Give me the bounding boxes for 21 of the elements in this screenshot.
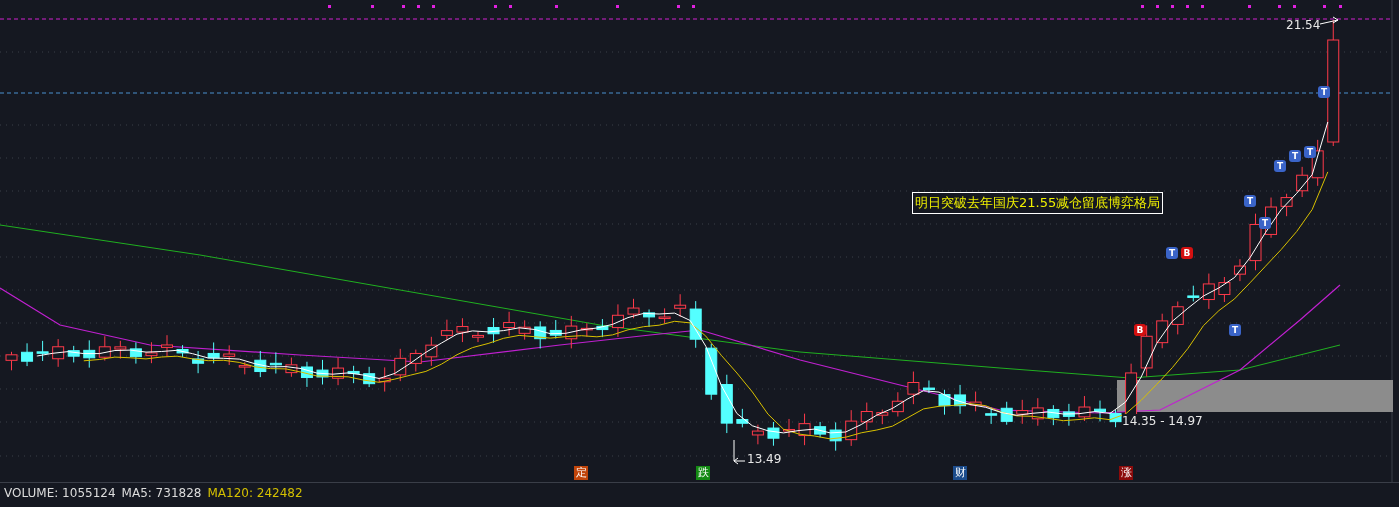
volume-reading: MA120: 242482: [207, 486, 303, 500]
trade-signal-badge: B: [1134, 324, 1146, 336]
trade-signal-badge: T: [1274, 160, 1286, 172]
event-tag: 跌: [696, 466, 710, 480]
event-tag: 财: [953, 466, 967, 480]
trade-signal-badge: T: [1318, 86, 1330, 98]
event-tag: 定: [574, 466, 588, 480]
trade-signal-badge: T: [1304, 146, 1316, 158]
trade-signal-badge: T: [1244, 195, 1256, 207]
trade-signal-badge: T: [1229, 324, 1241, 336]
trade-signal-badge: T: [1166, 247, 1178, 259]
price-label: 21.54: [1286, 18, 1321, 32]
event-tag: 涨: [1119, 466, 1133, 480]
price-label: 14.35 - 14.97: [1122, 414, 1203, 428]
volume-reading: MA5: 731828: [121, 486, 202, 500]
annotation-label: 明日突破去年国庆21.55减仓留底博弈格局: [912, 192, 1164, 214]
trade-signal-badge: T: [1289, 150, 1301, 162]
trade-signal-badge: T: [1259, 217, 1271, 229]
trade-signal-badge: B: [1181, 247, 1193, 259]
price-label: 13.49: [747, 452, 782, 466]
volume-reading: VOLUME: 1055124: [4, 486, 116, 500]
